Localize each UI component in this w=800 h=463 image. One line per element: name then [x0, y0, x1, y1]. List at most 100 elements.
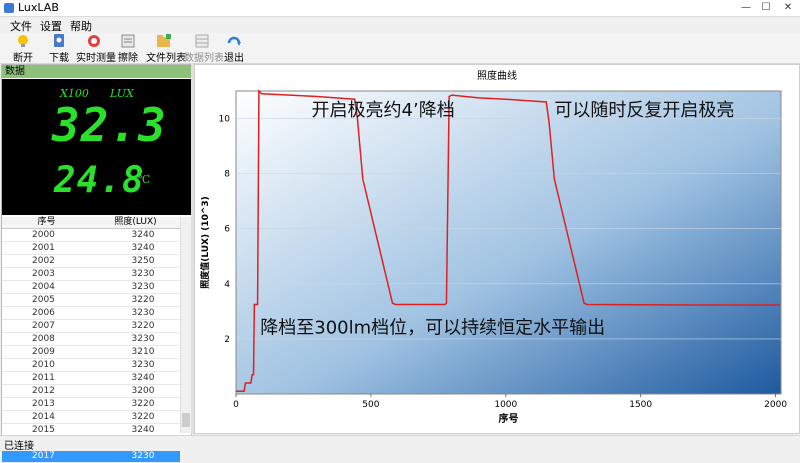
- app-icon: [4, 3, 14, 13]
- cell-lux: 3230: [131, 282, 155, 292]
- cell-lux: 3240: [131, 230, 155, 240]
- realtime-measure-label: 实时测量: [76, 53, 116, 64]
- y-tick-label: 8: [224, 170, 230, 180]
- exit-icon: [227, 36, 241, 46]
- cell-lux: 3230: [131, 308, 155, 318]
- cell-index: 2005: [32, 295, 55, 305]
- cell-index: 2009: [32, 347, 55, 357]
- cell-lux: 3220: [131, 321, 155, 331]
- close-button[interactable]: ✕: [776, 0, 800, 15]
- exit-button[interactable]: 退出: [222, 34, 246, 64]
- cell-lux: 3220: [131, 412, 155, 422]
- erase-label: 擦除: [118, 53, 138, 64]
- data-list-icon: [195, 34, 209, 48]
- cell-lux: 3230: [131, 451, 155, 461]
- menu-settings[interactable]: 设置: [40, 18, 62, 34]
- cell-index: 2002: [32, 256, 55, 266]
- x-tick-label: 500: [362, 400, 379, 410]
- cell-index: 2011: [32, 373, 55, 383]
- status-bar: 已连接: [0, 435, 800, 452]
- menu-bar: 文件 设置 帮助: [0, 17, 800, 34]
- cell-index: 2010: [32, 360, 55, 370]
- temperature-unit: ℃: [138, 173, 151, 186]
- menu-help[interactable]: 帮助: [70, 18, 92, 34]
- cell-lux: 3230: [131, 360, 155, 370]
- cell-index: 2000: [32, 230, 55, 240]
- x-axis-label: 序号: [499, 412, 519, 425]
- data-panel-header: 数据: [2, 65, 191, 78]
- table-row[interactable]: 2014 3220: [2, 411, 180, 424]
- chart-title: 照度曲线: [477, 69, 517, 82]
- table-row[interactable]: 2013 3220: [2, 398, 180, 411]
- scrollbar-thumb[interactable]: [182, 413, 190, 427]
- download-button[interactable]: 下载: [44, 34, 74, 64]
- table-row[interactable]: 2005 3220: [2, 294, 180, 307]
- folder-add-icon: [157, 34, 171, 47]
- cell-lux: 3250: [131, 256, 155, 266]
- cell-index: 2004: [32, 282, 55, 292]
- disconnect-label: 断开: [13, 53, 33, 64]
- y-tick-label: 10: [219, 115, 231, 125]
- realtime-measure-button[interactable]: 实时测量: [76, 34, 116, 64]
- cell-index: 2006: [32, 308, 55, 318]
- table-row[interactable]: 2007 3220: [2, 320, 180, 333]
- cell-index: 2008: [32, 334, 55, 344]
- table-row[interactable]: 2002 3250: [2, 255, 180, 268]
- cell-index: 2007: [32, 321, 55, 331]
- table-row[interactable]: 2006 3230: [2, 307, 180, 320]
- table-row[interactable]: 2000 3240: [2, 229, 180, 242]
- column-header-lux[interactable]: 照度(LUX): [91, 217, 180, 228]
- cell-lux: 3220: [131, 295, 155, 305]
- column-header-index[interactable]: 序号: [2, 217, 91, 228]
- x-tick-label: 0: [233, 400, 239, 410]
- table-row[interactable]: 2012 3200: [2, 385, 180, 398]
- file-list-button[interactable]: 文件列表: [146, 34, 186, 64]
- illuminance-chart: 照度曲线 2 4 6 8 10 0 500 1000 1500 2000 开启极亮约4’降档 可以随…: [199, 69, 787, 425]
- exit-label: 退出: [224, 53, 244, 64]
- cell-index: 2001: [32, 243, 55, 253]
- cell-index: 2003: [32, 269, 55, 279]
- data-panel: 数据 X100 LUX 32.3 24.8 ℃ 序号 照度(LUX) 2000 3…: [1, 64, 192, 463]
- table-row[interactable]: 2001 3240: [2, 242, 180, 255]
- lcd-display: X100 LUX 32.3 24.8 ℃: [2, 79, 191, 215]
- bulb-icon: [18, 35, 28, 47]
- table-row[interactable]: 2010 3230: [2, 359, 180, 372]
- y-axis-label: 照度值(LUX) (10^3): [199, 196, 211, 289]
- data-list-label: 数据列表: [184, 53, 224, 64]
- toolbar: 断开 下载 实时测量 擦除 文件列表 数据列表 退出: [0, 33, 800, 64]
- x-tick-label: 1000: [494, 400, 517, 410]
- cell-index: 2014: [32, 412, 55, 422]
- table-row[interactable]: 2004 3230: [2, 281, 180, 294]
- cell-index: 2012: [32, 386, 55, 396]
- x-tick-label: 2000: [764, 400, 787, 410]
- data-list-button[interactable]: 数据列表: [184, 34, 224, 64]
- erase-icon: [121, 34, 135, 48]
- table-row[interactable]: 2008 3230: [2, 333, 180, 346]
- table-row[interactable]: 2003 3230: [2, 268, 180, 281]
- chart-annotation: 开启极亮约4’降档: [312, 100, 455, 121]
- menu-file[interactable]: 文件: [10, 18, 32, 34]
- cell-lux: 3210: [131, 347, 155, 357]
- plot-area: [235, 90, 782, 395]
- minimize-button[interactable]: —: [736, 0, 756, 15]
- cell-lux: 3200: [131, 386, 155, 396]
- download-icon: [54, 34, 64, 47]
- download-label: 下载: [49, 53, 69, 64]
- chart-panel: 照度曲线 2 4 6 8 10 0 500 1000 1500 2000 开启极亮约4’降档 可以随…: [194, 64, 800, 434]
- readings-table: 序号 照度(LUX) 2000 3240 2001 3240 2002 3250 2003 3…: [2, 217, 180, 463]
- cell-lux: 3230: [131, 334, 155, 344]
- table-row[interactable]: 2009 3210: [2, 346, 180, 359]
- y-tick-label: 6: [224, 225, 230, 235]
- lifebuoy-icon: [88, 35, 100, 47]
- y-tick-label: 4: [224, 280, 230, 290]
- lux-reading: 32.3: [52, 98, 167, 152]
- x-tick-label: 1500: [629, 400, 652, 410]
- chart-annotation: 可以随时反复开启极亮: [554, 100, 734, 121]
- erase-button[interactable]: 擦除: [116, 34, 140, 64]
- maximize-button[interactable]: ☐: [756, 0, 776, 15]
- cell-lux: 3230: [131, 269, 155, 279]
- table-scrollbar[interactable]: [180, 217, 191, 433]
- disconnect-button[interactable]: 断开: [8, 34, 38, 64]
- table-row[interactable]: 2011 3240: [2, 372, 180, 385]
- cell-index: 2013: [32, 399, 55, 409]
